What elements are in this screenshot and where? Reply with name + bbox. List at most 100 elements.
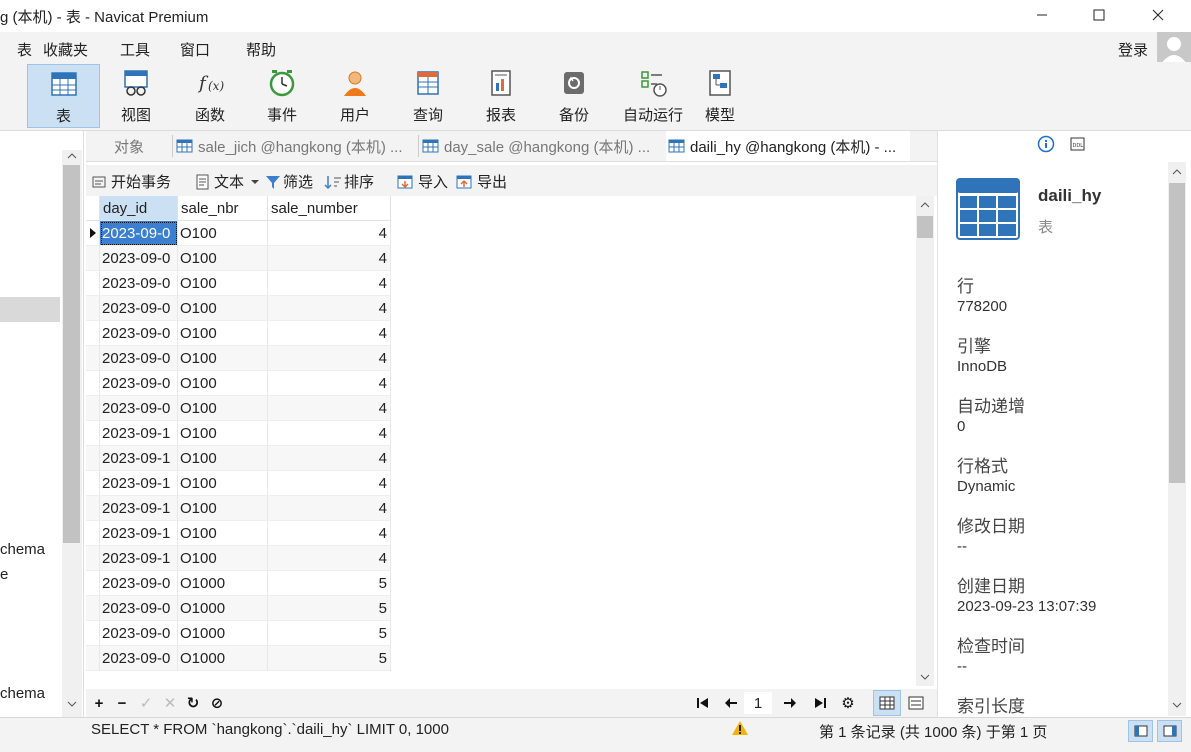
cell-day-id[interactable]: 2023-09-1 [100, 421, 178, 446]
table-row[interactable]: 2023-09-0 O100 4 [86, 371, 391, 396]
column-header-sale-number[interactable]: sale_number [268, 196, 391, 221]
cell-sale-nbr[interactable]: O100 [178, 271, 268, 296]
cell-day-id[interactable]: 2023-09-0 [100, 346, 178, 371]
cell-day-id[interactable]: 2023-09-0 [100, 296, 178, 321]
cell-sale-number[interactable]: 4 [268, 246, 391, 271]
grid-vertical-scrollbar[interactable] [916, 196, 934, 686]
scroll-up-icon[interactable] [1169, 166, 1185, 178]
delete-record-icon[interactable]: − [112, 692, 132, 714]
table-row[interactable]: 2023-09-0 O100 4 [86, 346, 391, 371]
cell-day-id[interactable]: 2023-09-1 [100, 446, 178, 471]
tab-objects[interactable]: 对象 [86, 131, 172, 161]
toolbar-event-button[interactable]: 事件 [252, 64, 312, 128]
tab-daili-hy[interactable]: daili_hy @hangkong (本机) - ... [666, 131, 910, 161]
cell-day-id[interactable]: 2023-09-0 [100, 321, 178, 346]
menu-window[interactable]: 窗口 [180, 39, 210, 60]
ddl-icon[interactable]: DDL [1069, 136, 1087, 156]
cell-sale-nbr[interactable]: O100 [178, 346, 268, 371]
refresh-icon[interactable]: ↻ [183, 692, 203, 714]
sort-button[interactable]: 排序 [324, 171, 374, 192]
add-record-icon[interactable]: + [89, 692, 109, 714]
menu-table[interactable]: 表 [17, 39, 32, 60]
cell-sale-nbr[interactable]: O100 [178, 321, 268, 346]
cell-day-id[interactable]: 2023-09-1 [100, 471, 178, 496]
cell-sale-nbr[interactable]: O100 [178, 246, 268, 271]
table-row[interactable]: 2023-09-1 O100 4 [86, 496, 391, 521]
cell-sale-nbr[interactable]: O100 [178, 471, 268, 496]
scroll-up-icon[interactable] [917, 198, 933, 212]
grid-view-button[interactable] [873, 690, 901, 716]
table-row[interactable]: 2023-09-0 O100 4 [86, 396, 391, 421]
toolbar-automation-button[interactable]: 自动运行 [613, 64, 693, 128]
cell-sale-number[interactable]: 5 [268, 596, 391, 621]
cell-day-id[interactable]: 2023-09-1 [100, 521, 178, 546]
begin-transaction-button[interactable]: 开始事务 [91, 171, 171, 192]
last-page-icon[interactable] [810, 692, 830, 714]
cell-sale-number[interactable]: 4 [268, 546, 391, 571]
cell-day-id[interactable]: 2023-09-0 [100, 646, 178, 671]
cell-sale-number[interactable]: 4 [268, 496, 391, 521]
cell-sale-nbr[interactable]: O100 [178, 396, 268, 421]
left-scrollbar-thumb[interactable] [63, 165, 80, 543]
settings-gear-icon[interactable]: ⚙ [838, 692, 858, 714]
table-row[interactable]: 2023-09-0 O100 4 [86, 296, 391, 321]
scroll-down-icon[interactable] [917, 670, 933, 684]
table-row[interactable]: 2023-09-0 O1000 5 [86, 571, 391, 596]
cell-sale-nbr[interactable]: O100 [178, 421, 268, 446]
cell-sale-nbr[interactable]: O100 [178, 371, 268, 396]
table-row[interactable]: 2023-09-0 O100 4 [86, 221, 391, 246]
cell-day-id[interactable]: 2023-09-1 [100, 496, 178, 521]
tree-item[interactable]: e [0, 566, 8, 583]
cell-sale-number[interactable]: 4 [268, 396, 391, 421]
table-row[interactable]: 2023-09-0 O100 4 [86, 246, 391, 271]
table-row[interactable]: 2023-09-1 O100 4 [86, 521, 391, 546]
page-number-input[interactable]: 1 [744, 692, 772, 714]
info-circle-icon[interactable] [1037, 135, 1055, 157]
toggle-right-pane-button[interactable] [1157, 720, 1182, 742]
cell-day-id[interactable]: 2023-09-1 [100, 546, 178, 571]
cell-sale-number[interactable]: 4 [268, 296, 391, 321]
cell-sale-number[interactable]: 5 [268, 571, 391, 596]
table-row[interactable]: 2023-09-1 O100 4 [86, 546, 391, 571]
text-view-button[interactable]: 文本 [194, 171, 260, 192]
cell-day-id[interactable]: 2023-09-0 [100, 221, 178, 246]
discard-changes-icon[interactable]: ✕ [160, 692, 180, 714]
first-page-icon[interactable] [693, 692, 713, 714]
grid-scrollbar-thumb[interactable] [917, 216, 933, 238]
tree-item[interactable]: chema [0, 685, 45, 702]
cell-sale-number[interactable]: 4 [268, 471, 391, 496]
minimize-button[interactable] [1019, 0, 1065, 30]
cell-sale-nbr[interactable]: O1000 [178, 571, 268, 596]
close-button[interactable] [1135, 0, 1181, 30]
cell-sale-nbr[interactable]: O100 [178, 446, 268, 471]
table-row[interactable]: 2023-09-1 O100 4 [86, 471, 391, 496]
cell-sale-number[interactable]: 4 [268, 446, 391, 471]
menu-favorites[interactable]: 收藏夹 [43, 39, 88, 60]
cell-day-id[interactable]: 2023-09-0 [100, 246, 178, 271]
cell-sale-nbr[interactable]: O100 [178, 546, 268, 571]
tab-sale-jich[interactable]: sale_jich @hangkong (本机) ... [176, 131, 418, 161]
table-row[interactable]: 2023-09-0 O1000 5 [86, 646, 391, 671]
tree-selected-item[interactable] [0, 297, 60, 322]
toolbar-view-button[interactable]: 视图 [106, 64, 166, 128]
menu-help[interactable]: 帮助 [246, 39, 276, 60]
cell-sale-nbr[interactable]: O100 [178, 496, 268, 521]
cell-day-id[interactable]: 2023-09-0 [100, 271, 178, 296]
stop-icon[interactable]: ⊘ [207, 692, 227, 714]
cell-sale-number[interactable]: 4 [268, 421, 391, 446]
table-row[interactable]: 2023-09-0 O100 4 [86, 271, 391, 296]
cell-sale-number[interactable]: 4 [268, 521, 391, 546]
cell-sale-number[interactable]: 4 [268, 221, 391, 246]
cell-day-id[interactable]: 2023-09-0 [100, 571, 178, 596]
cell-sale-nbr[interactable]: O1000 [178, 596, 268, 621]
apply-changes-icon[interactable]: ✓ [136, 692, 156, 714]
menu-tools[interactable]: 工具 [120, 39, 150, 60]
scroll-down-icon[interactable] [1169, 699, 1185, 711]
scroll-down-icon[interactable] [63, 698, 80, 710]
toolbar-report-button[interactable]: 报表 [471, 64, 531, 128]
cell-sale-number[interactable]: 4 [268, 321, 391, 346]
cell-day-id[interactable]: 2023-09-0 [100, 371, 178, 396]
export-button[interactable]: 导出 [456, 171, 507, 192]
form-view-button[interactable] [903, 690, 929, 716]
cell-sale-nbr[interactable]: O100 [178, 521, 268, 546]
